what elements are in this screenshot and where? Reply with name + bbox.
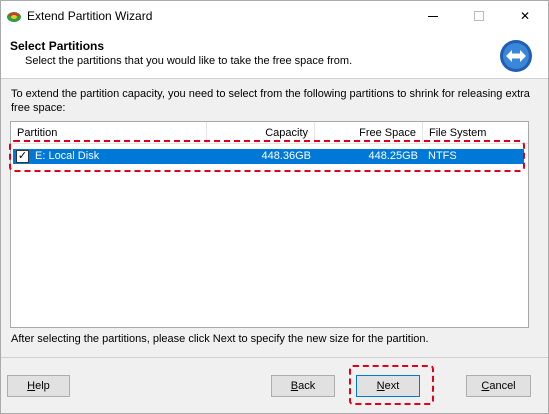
help-button[interactable]: Help (7, 375, 70, 397)
maximize-icon (474, 11, 484, 21)
close-icon: ✕ (519, 9, 531, 23)
extend-partition-wizard-window: Extend Partition Wizard ✕ Select Partiti… (0, 0, 549, 414)
back-accelerator: B (290, 380, 299, 392)
cancel-button[interactable]: Cancel (466, 375, 531, 397)
close-button[interactable]: ✕ (502, 1, 548, 31)
app-icon (7, 12, 21, 22)
instructions-text: To extend the partition capacity, you ne… (11, 88, 530, 114)
footer-instructions: After selecting the partitions, please c… (11, 333, 429, 345)
minimize-icon (428, 15, 438, 17)
page-subtitle: Select the partitions that you would lik… (25, 55, 353, 67)
separator-line (1, 357, 548, 358)
maximize-button[interactable] (456, 1, 502, 31)
window-title: Extend Partition Wizard (27, 9, 153, 23)
row-highlight-annotation (9, 140, 525, 172)
back-button[interactable]: Back (271, 375, 335, 397)
help-accelerator: H (27, 380, 36, 392)
page-title: Select Partitions (10, 39, 105, 53)
wizard-header: Select Partitions Select the partitions … (1, 31, 548, 79)
help-label: elp (35, 380, 50, 392)
minimize-button[interactable] (410, 1, 456, 31)
extend-arrows-icon (500, 40, 532, 72)
cancel-label: ancel (489, 380, 516, 392)
cancel-accelerator: C (481, 380, 490, 392)
next-highlight-annotation (349, 365, 434, 405)
back-label: ack (298, 380, 316, 392)
title-bar: Extend Partition Wizard ✕ (1, 1, 548, 31)
